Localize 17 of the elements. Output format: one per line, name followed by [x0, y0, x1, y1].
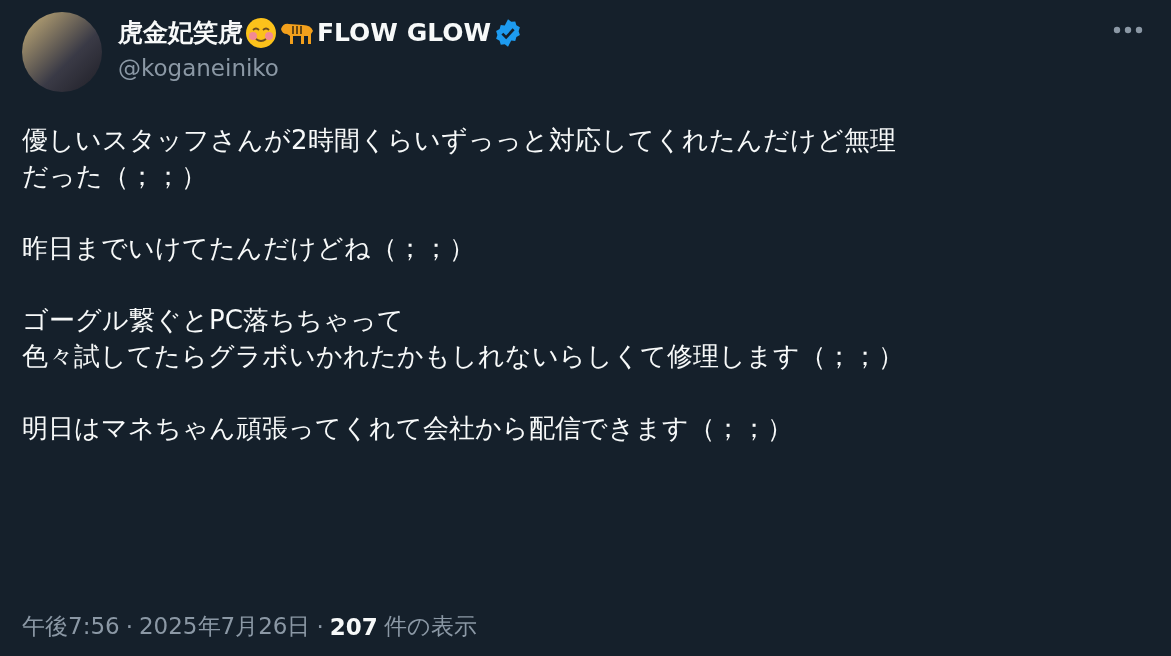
post-text-line: ゴーグル繋ぐとPC落ちちゃって: [22, 304, 405, 337]
user-handle[interactable]: @koganeiniko: [118, 55, 1091, 81]
display-name[interactable]: 虎金妃笑虎: [118, 16, 243, 49]
view-count: 207: [329, 613, 378, 640]
display-name-suffix[interactable]: FLOW GLOW: [317, 18, 492, 47]
more-icon: [1113, 26, 1143, 34]
post-date[interactable]: 2025年7月26日: [138, 611, 311, 642]
post-time[interactable]: 午後7:56: [22, 611, 120, 642]
post-text-line: 昨日までいけてたんだけどね（；；）: [22, 232, 476, 265]
post-text-line: だった（；；）: [22, 160, 208, 193]
separator-dot: ·: [316, 613, 324, 640]
smiling-face-icon: [245, 16, 277, 49]
post-text-line: 優しいスタッフさんが2時間くらいずっっと対応してくれたんだけど無理: [22, 124, 897, 157]
post-text-line: 色々試してたらグラボいかれたかもしれないらしくて修理します（；；）: [22, 340, 905, 373]
post-text-line: 明日はマネちゃん頑張ってくれて会社から配信できます（；；）: [22, 412, 794, 445]
separator-dot: ·: [125, 613, 133, 640]
views-label: 件の表示: [383, 612, 477, 641]
